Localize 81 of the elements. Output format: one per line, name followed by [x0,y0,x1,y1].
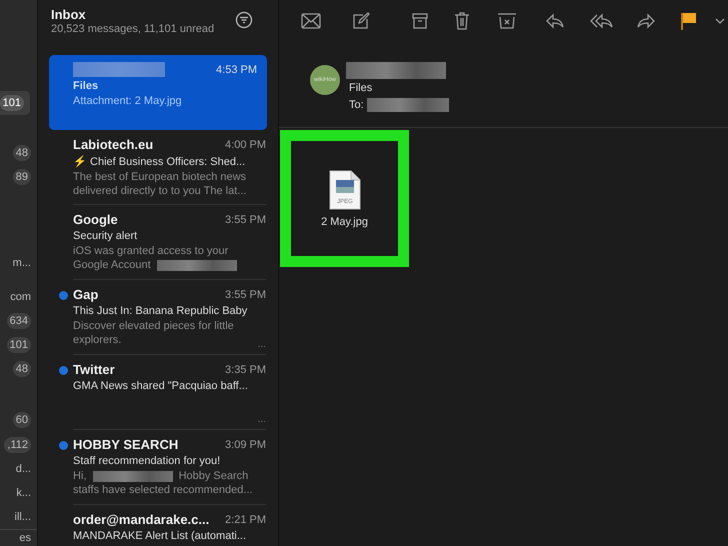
mailbox-row[interactable]: 48 [1,141,37,166]
message-preview: iOS was granted access to your [73,245,228,257]
reply-all-icon[interactable] [590,13,614,29]
forward-icon[interactable] [636,13,656,29]
archive-icon[interactable] [412,13,428,29]
message-subject: MANDARAKE Alert List (automati... [73,530,247,542]
message-preview: Hobby Search [178,470,248,482]
message-subject: ⚡ Chief Business Officers: Shed... [73,155,246,168]
message-row[interactable]: order@mandarake.c... 2:21 PM MANDARAKE Alert List (automati... [73,505,266,546]
junk-icon[interactable] [497,13,517,29]
mailbox-row[interactable]: k... [1,480,37,506]
sender-name: Gap [73,287,98,302]
mailbox-row[interactable]: 634 [1,308,37,334]
sender-name: HOBBY SEARCH [73,437,178,452]
message-preview: Discover elevated pieces for little explorers. [73,320,234,346]
message-preview: Attachment: 2 May.jpg [73,95,182,107]
envelope-icon[interactable] [301,13,321,29]
sender-name: Twitter [73,362,115,377]
message-time: 3:35 PM [225,364,266,376]
mailbox-row[interactable]: 89 [1,165,37,190]
message-time: 3:55 PM [225,288,266,300]
mailbox-title: Inbox [51,7,87,22]
unread-count: 48 [12,361,31,378]
message-time: 3:55 PM [225,214,266,226]
unread-count: 101 [6,337,31,354]
mailbox-row[interactable]: d... [1,456,37,481]
recipient-label: To: [349,99,364,111]
message-row[interactable]: Twitter 3:35 PM GMA News shared "Pacquiao baff... ... [73,355,266,430]
mailbox-row[interactable]: com [1,284,37,309]
mailbox-row[interactable]: 48 [1,357,37,382]
sender-name: Google [73,212,118,227]
message-row[interactable]: Google 3:55 PM Security alert iOS was granted access to your Google Account [73,205,266,280]
mailbox-row[interactable]: 60 [1,408,37,433]
mailbox-row[interactable]: es [0,529,37,546]
trash-icon[interactable] [454,12,470,30]
flag-icon[interactable] [681,12,697,30]
message-subject: GMA News shared "Pacquiao baff... [73,380,249,392]
message-preview: Google Account [73,259,151,271]
filter-icon[interactable] [235,11,253,29]
unread-count: 89 [12,169,31,186]
message-row[interactable]: Labiotech.eu 4:00 PM ⚡ Chief Business Officers: Shed... The best of European biotech news delivered directly to to you The lat... [73,130,266,205]
sender-name: Labiotech.eu [73,137,154,152]
mailbox-name: es [19,532,31,544]
email-subject: Files [349,82,374,94]
mailbox-name: ill... [14,511,31,524]
more-indicator: ... [258,339,266,350]
unread-count: 101 [0,95,24,112]
mailbox-name: d... [16,462,31,475]
message-preview: staffs have selected recommended... [73,484,253,496]
sender-name: order@mandarake.c... [73,512,210,527]
message-row[interactable]: HOBBY SEARCH 3:09 PM Staff recommendation for you! Hi, Hobby Search staffs have selected recommended... [73,430,266,505]
reply-icon[interactable] [545,13,565,29]
chevron-down-icon[interactable] [715,18,725,24]
mailbox-row[interactable]: ill... [1,505,37,530]
unread-count: ,112 [4,436,31,453]
more-indicator: ... [258,414,266,425]
mailbox-row[interactable]: 101 [1,333,37,358]
mailbox-row[interactable]: m... [1,250,37,275]
message-time: 4:00 PM [225,138,266,150]
message-subject: Staff recommendation for you! [73,455,222,467]
message-preview: Hi, [73,470,86,482]
message-subject: Security alert [73,230,138,242]
unread-count: 48 [12,145,31,162]
mailbox-name: com [10,290,31,303]
message-time: 4:53 PM [216,64,257,76]
message-time: 3:09 PM [225,438,266,450]
message-count: 20,523 messages, 11,101 unread [51,23,214,35]
message-subject: Files [73,80,100,92]
message-subject: This Just In: Banana Republic Baby [73,305,248,317]
mailbox-row[interactable]: ,112 [1,432,37,457]
mailbox-name: m... [12,256,31,269]
mailbox-row[interactable]: 101 [0,91,30,116]
message-time: 2:21 PM [225,514,266,526]
attachment-name: 2 May.jpg [321,216,368,228]
unread-count: 60 [12,412,31,428]
unread-count: 634 [6,312,31,329]
message-preview: The best of European biotech news delivered directly to to you The lat... [73,171,246,197]
mailbox-name: k... [16,486,31,499]
message-row[interactable]: 4:53 PM Files Attachment: 2 May.jpg [49,55,267,130]
message-row[interactable]: Gap 3:55 PM This Just In: Banana Republic Baby Discover elevated pieces for little explorers. ... [73,280,266,355]
compose-icon[interactable] [352,12,370,30]
